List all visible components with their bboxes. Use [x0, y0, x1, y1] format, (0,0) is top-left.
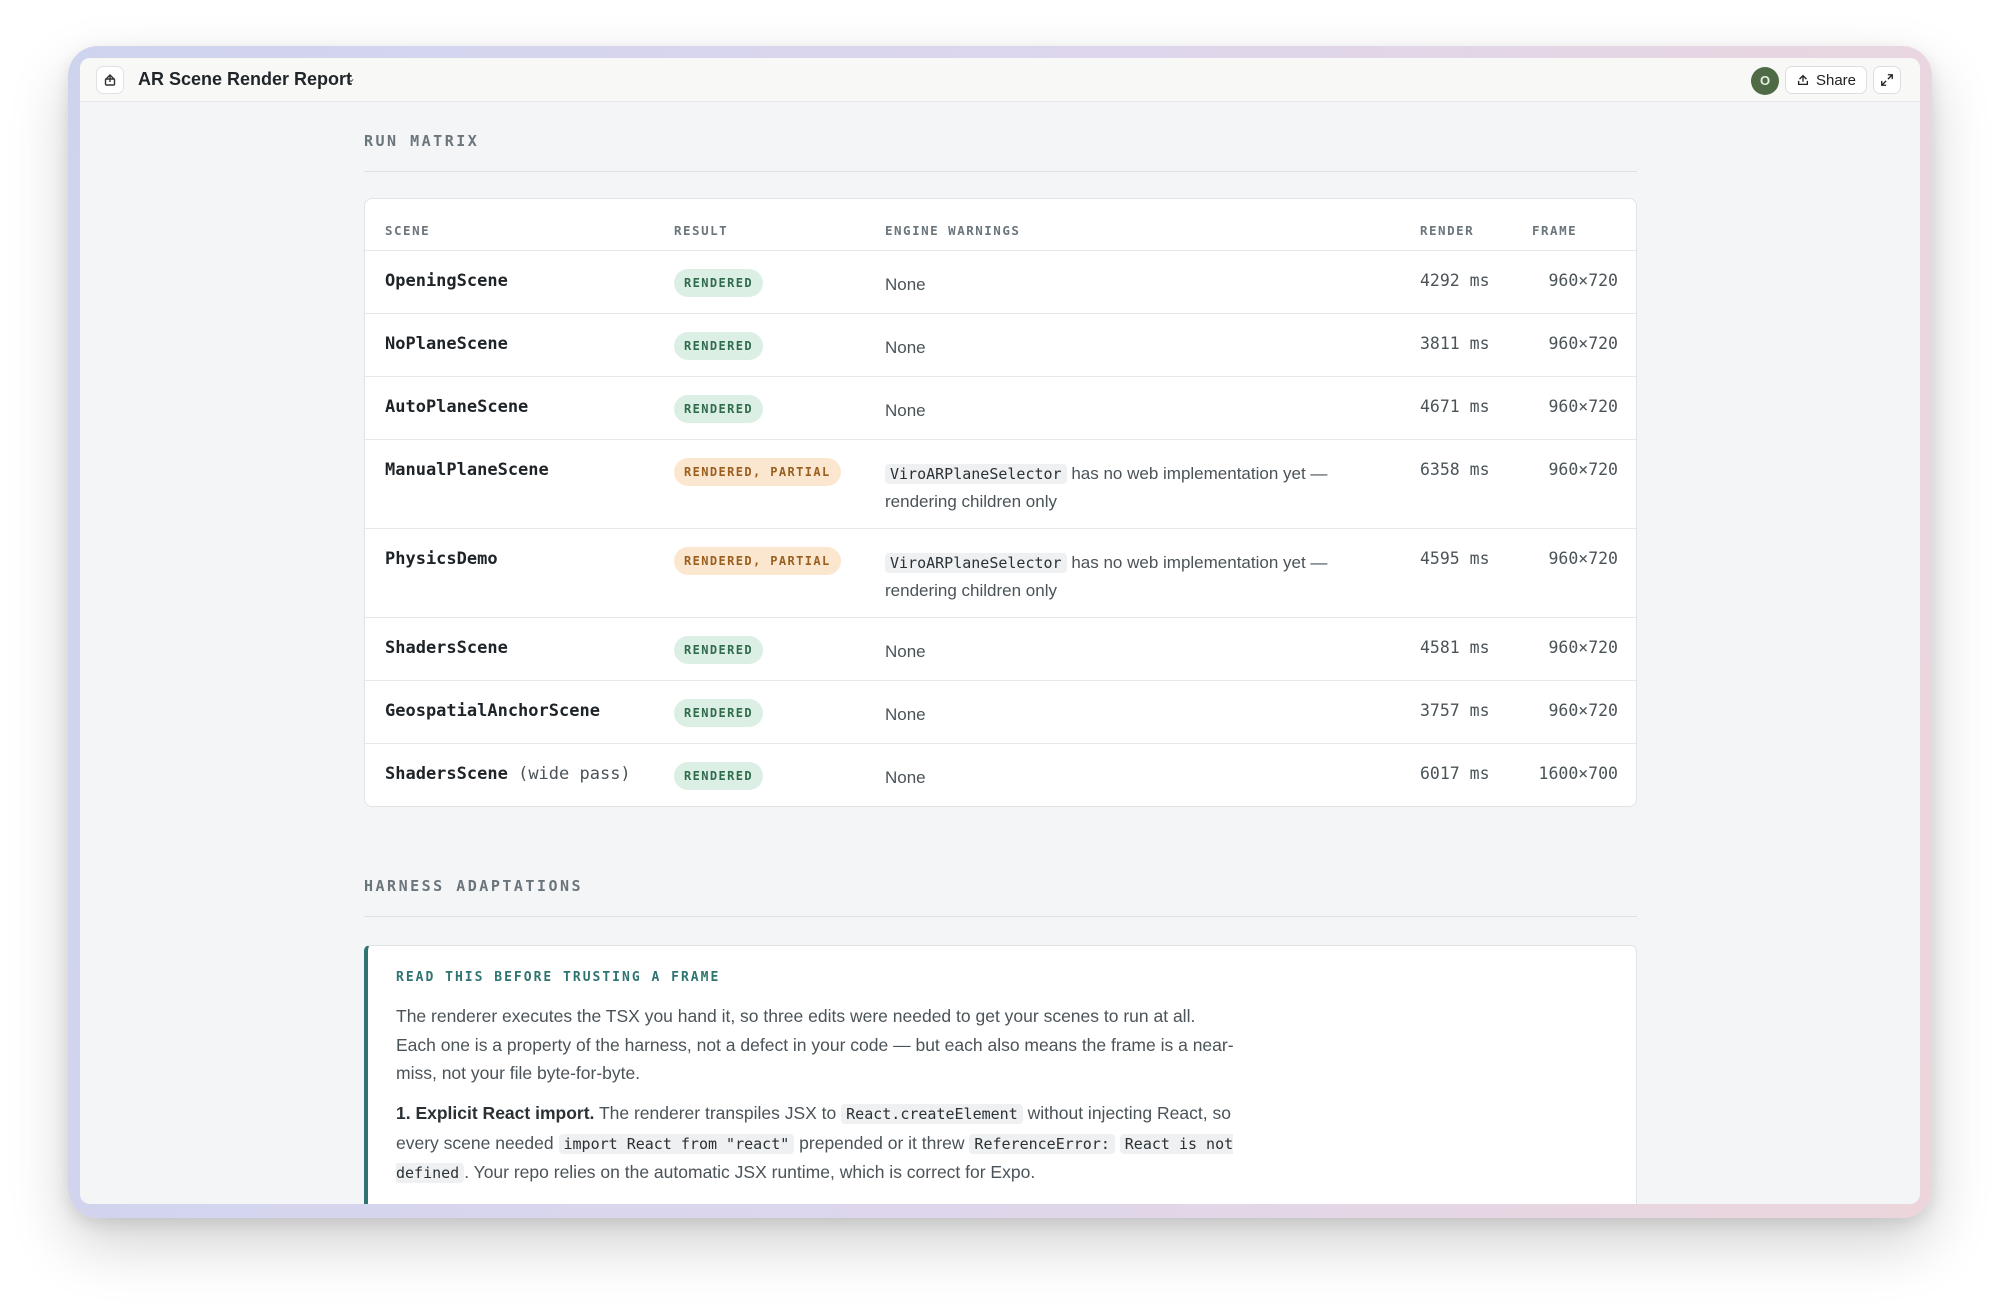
engine-warning: ViroARPlaneSelector has no web implement… [885, 464, 1328, 511]
column-header-scene: SCENE [385, 223, 431, 238]
status-badge: RENDERED [674, 269, 763, 297]
report-window: AR Scene Render Report ⌄ O Share RUN MAT… [80, 58, 1920, 1204]
chevron-down-icon[interactable]: ⌄ [346, 71, 356, 85]
render-time: 3811 ms [1420, 334, 1490, 353]
status-badge: RENDERED [674, 762, 763, 790]
status-badge: RENDERED, PARTIAL [674, 458, 841, 486]
table-row: ShadersScene RENDERED None 4581 ms 960×7… [365, 617, 1636, 680]
table-row: NoPlaneScene RENDERED None 3811 ms 960×7… [365, 313, 1636, 376]
render-time: 4581 ms [1420, 638, 1490, 657]
share-doc-icon [104, 74, 116, 86]
share-icon [1797, 74, 1809, 86]
table-row: OpeningScene RENDERED None 4292 ms 960×7… [365, 250, 1636, 313]
scene-name: NoPlaneScene [385, 334, 508, 354]
run-matrix-table: SCENE RESULT ENGINE WARNINGS RENDER FRAM… [364, 198, 1637, 807]
scene-name: ManualPlaneScene [385, 460, 549, 480]
table-row: PhysicsDemo RENDERED, PARTIAL ViroARPlan… [365, 528, 1636, 617]
app-icon[interactable] [96, 66, 124, 94]
engine-warning: None [885, 768, 926, 787]
frame-size: 960×720 [1548, 549, 1618, 568]
callout-item: 1. Explicit React import. The renderer t… [396, 1103, 1234, 1183]
column-header-frame: FRAME [1532, 223, 1578, 238]
column-header-result: RESULT [674, 223, 729, 238]
frame-size: 960×720 [1548, 334, 1618, 353]
render-time: 3757 ms [1420, 701, 1490, 720]
scene-name: GeospatialAnchorScene [385, 701, 600, 721]
table-row: AutoPlaneScene RENDERED None 4671 ms 960… [365, 376, 1636, 439]
scene-name: AutoPlaneScene [385, 397, 529, 417]
scene-name: ShadersScene (wide pass) [385, 764, 631, 784]
frame-size: 960×720 [1548, 701, 1618, 720]
column-header-render: RENDER [1420, 223, 1475, 238]
inline-code: React.createElement [841, 1104, 1023, 1124]
share-button[interactable]: Share [1785, 66, 1867, 94]
status-badge: RENDERED [674, 636, 763, 664]
table-row: GeospatialAnchorScene RENDERED None 3757… [365, 680, 1636, 743]
render-time: 6358 ms [1420, 460, 1490, 479]
document-title[interactable]: AR Scene Render Report [138, 69, 352, 90]
scene-name: PhysicsDemo [385, 549, 498, 569]
callout-title: READ THIS BEFORE TRUSTING A FRAME [396, 970, 721, 985]
harness-adaptations-heading: HARNESS ADAPTATIONS [364, 877, 584, 895]
status-badge: RENDERED, PARTIAL [674, 547, 841, 575]
inline-code: ReferenceError: [969, 1133, 1115, 1154]
expand-icon [1881, 74, 1893, 86]
run-matrix-heading: RUN MATRIX [364, 132, 480, 150]
warning-callout: READ THIS BEFORE TRUSTING A FRAME The re… [364, 945, 1637, 1204]
component-code: ViroARPlaneSelector [885, 464, 1067, 484]
section-divider [364, 171, 1637, 172]
render-time: 4595 ms [1420, 549, 1490, 568]
scene-suffix: (wide pass) [518, 764, 631, 784]
frame-size: 960×720 [1548, 460, 1618, 479]
scene-name: ShadersScene [385, 638, 508, 658]
table-row: ManualPlaneScene RENDERED, PARTIAL ViroA… [365, 439, 1636, 528]
engine-warning: None [885, 642, 926, 661]
frame-size: 960×720 [1548, 638, 1618, 657]
table-row: ShadersScene (wide pass) RENDERED None 6… [365, 743, 1636, 806]
render-time: 6017 ms [1420, 764, 1490, 783]
engine-warning: None [885, 401, 926, 420]
scene-name: OpeningScene [385, 271, 508, 291]
component-code: ViroARPlaneSelector [885, 553, 1067, 573]
engine-warning: ViroARPlaneSelector has no web implement… [885, 553, 1328, 600]
render-time: 4292 ms [1420, 271, 1490, 290]
frame-size: 960×720 [1548, 271, 1618, 290]
section-divider [364, 916, 1637, 917]
title-bar: AR Scene Render Report ⌄ O Share [80, 58, 1920, 102]
render-time: 4671 ms [1420, 397, 1490, 416]
status-badge: RENDERED [674, 395, 763, 423]
engine-warning: None [885, 275, 926, 294]
column-header-warnings: ENGINE WARNINGS [885, 223, 1021, 238]
frame-size: 960×720 [1548, 397, 1618, 416]
status-badge: RENDERED [674, 699, 763, 727]
frame-size: 1600×700 [1538, 764, 1618, 783]
avatar[interactable]: O [1751, 67, 1779, 95]
share-label: Share [1815, 71, 1857, 89]
engine-warning: None [885, 338, 926, 357]
inline-code: import React from "react" [558, 1133, 795, 1154]
callout-intro: The renderer executes the TSX you hand i… [396, 1006, 1234, 1083]
status-badge: RENDERED [674, 332, 763, 360]
engine-warning: None [885, 705, 926, 724]
expand-button[interactable] [1873, 66, 1901, 94]
